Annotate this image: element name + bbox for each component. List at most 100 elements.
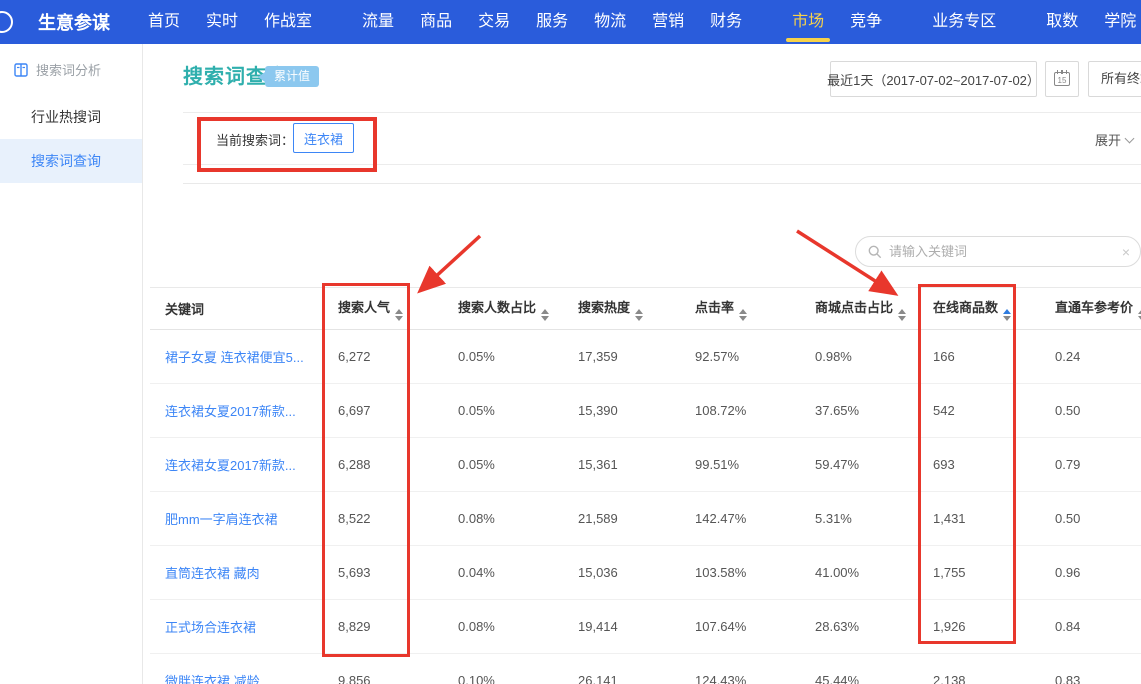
- keyword-link[interactable]: 连衣裙女夏2017新款...: [150, 384, 338, 438]
- sort-icon[interactable]: [395, 309, 403, 321]
- table-row: 正式场合连衣裙 8,829 0.08% 19,414 107.64% 28.63…: [150, 600, 1141, 654]
- sidebar-item-industry-hot-words[interactable]: 行业热搜词: [0, 95, 142, 139]
- sidebar-section-search-analysis: 搜索词分析: [0, 44, 142, 79]
- cell-searcher-share: 0.05%: [458, 330, 578, 384]
- search-input[interactable]: [889, 244, 1122, 259]
- nav-item-service[interactable]: 服务: [536, 0, 568, 44]
- terminal-select[interactable]: 所有终端: [1088, 61, 1141, 97]
- cell-ztc-price: 0.50: [1055, 384, 1141, 438]
- cell-search-heat: 19,414: [578, 600, 695, 654]
- cell-click-rate: 142.47%: [695, 492, 815, 546]
- cell-searcher-share: 0.05%: [458, 438, 578, 492]
- cell-search-heat: 15,390: [578, 384, 695, 438]
- col-header-click-rate: 点击率: [695, 288, 815, 330]
- cell-online-products: 1,755: [933, 546, 1055, 600]
- col-header-mall-click-share: 商城点击占比: [815, 288, 933, 330]
- table-row: 肥mm一字肩连衣裙 8,522 0.08% 21,589 142.47% 5.3…: [150, 492, 1141, 546]
- search-word-table: 关键词 搜索人气 搜索人数占比 搜索热度 点击率 商城点击占比 在线商品数 直通…: [150, 287, 1141, 684]
- cell-searcher-share: 0.10%: [458, 654, 578, 684]
- keyword-link[interactable]: 裙子女夏 连衣裙便宜5...: [150, 330, 338, 384]
- sidebar: 搜索词分析 行业热搜词 搜索词查询: [0, 44, 143, 684]
- nav-item-data-fetch[interactable]: 取数: [1046, 0, 1078, 44]
- cell-mall-click-share: 0.98%: [815, 330, 933, 384]
- keyword-link[interactable]: 正式场合连衣裙: [150, 600, 338, 654]
- nav-item-academy[interactable]: 学院: [1104, 0, 1136, 44]
- chevron-down-icon: [1125, 134, 1135, 144]
- sort-icon[interactable]: [1003, 309, 1011, 321]
- keyword-link[interactable]: 直筒连衣裙 藏肉: [150, 546, 338, 600]
- table-row: 裙子女夏 连衣裙便宜5... 6,272 0.05% 17,359 92.57%…: [150, 330, 1141, 384]
- cell-search-heat: 15,361: [578, 438, 695, 492]
- sort-icon[interactable]: [635, 309, 643, 321]
- clear-icon[interactable]: ×: [1122, 244, 1130, 260]
- sidebar-section-label: 搜索词分析: [36, 60, 101, 79]
- table-row: 微胖连衣裙 减龄 9,856 0.10% 26,141 124.43% 45.4…: [150, 654, 1141, 684]
- nav-item-competition[interactable]: 竞争: [850, 0, 882, 44]
- nav-item-market[interactable]: 市场: [792, 0, 824, 44]
- keyword-link[interactable]: 连衣裙女夏2017新款...: [150, 438, 338, 492]
- cell-online-products: 2,138: [933, 654, 1055, 684]
- nav-item-logistics[interactable]: 物流: [594, 0, 626, 44]
- current-keyword-bar: 当前搜索词： 连衣裙 展开: [183, 112, 1141, 165]
- cell-online-products: 1,431: [933, 492, 1055, 546]
- sidebar-item-search-word-query[interactable]: 搜索词查询: [0, 139, 142, 183]
- cell-click-rate: 92.57%: [695, 330, 815, 384]
- cell-mall-click-share: 28.63%: [815, 600, 933, 654]
- nav-item-product[interactable]: 商品: [420, 0, 452, 44]
- cell-online-products: 166: [933, 330, 1055, 384]
- col-header-search-popularity: 搜索人气: [338, 288, 458, 330]
- col-header-ztc-reference-price: 直通车参考价: [1055, 288, 1141, 330]
- nav-item-marketing[interactable]: 营销: [652, 0, 684, 44]
- nav-item-traffic[interactable]: 流量: [362, 0, 394, 44]
- cell-mall-click-share: 45.44%: [815, 654, 933, 684]
- cell-mall-click-share: 5.31%: [815, 492, 933, 546]
- cell-ztc-price: 0.50: [1055, 492, 1141, 546]
- date-range-button[interactable]: 最近1天（2017-07-02~2017-07-02）: [830, 61, 1037, 97]
- sort-icon[interactable]: [898, 309, 906, 321]
- brand-logo-icon: [0, 11, 13, 33]
- cell-online-products: 693: [933, 438, 1055, 492]
- notebook-icon: [13, 62, 29, 78]
- nav-item-finance[interactable]: 财务: [710, 0, 742, 44]
- nav-item-warroom[interactable]: 作战室: [264, 0, 312, 44]
- sort-icon[interactable]: [541, 309, 549, 321]
- cell-ztc-price: 0.79: [1055, 438, 1141, 492]
- cell-search-popularity: 8,829: [338, 600, 458, 654]
- cell-search-heat: 21,589: [578, 492, 695, 546]
- table-row: 连衣裙女夏2017新款... 6,288 0.05% 15,361 99.51%…: [150, 438, 1141, 492]
- cell-search-heat: 17,359: [578, 330, 695, 384]
- nav-item-trade[interactable]: 交易: [478, 0, 510, 44]
- table-header-row: 关键词 搜索人气 搜索人数占比 搜索热度 点击率 商城点击占比 在线商品数 直通…: [150, 288, 1141, 330]
- cell-search-popularity: 9,856: [338, 654, 458, 684]
- nav-item-home[interactable]: 首页: [148, 0, 180, 44]
- cell-searcher-share: 0.08%: [458, 600, 578, 654]
- keyword-link[interactable]: 微胖连衣裙 减龄: [150, 654, 338, 684]
- keyword-chip[interactable]: 连衣裙: [293, 123, 354, 153]
- cell-ztc-price: 0.83: [1055, 654, 1141, 684]
- search-icon: [868, 245, 882, 259]
- main-content: 搜索词查询 累计值 最近1天（2017-07-02~2017-07-02） 15…: [143, 44, 1141, 684]
- col-header-keyword: 关键词: [150, 288, 338, 330]
- brand-title[interactable]: 生意参谋: [38, 9, 110, 35]
- cell-click-rate: 108.72%: [695, 384, 815, 438]
- cumulative-value-badge: 累计值: [265, 66, 319, 87]
- cell-click-rate: 99.51%: [695, 438, 815, 492]
- cell-online-products: 1,926: [933, 600, 1055, 654]
- col-header-searcher-share: 搜索人数占比: [458, 288, 578, 330]
- section-divider: [183, 183, 1141, 184]
- cell-searcher-share: 0.08%: [458, 492, 578, 546]
- expand-toggle[interactable]: 展开: [1095, 130, 1133, 149]
- table-row: 连衣裙女夏2017新款... 6,697 0.05% 15,390 108.72…: [150, 384, 1141, 438]
- cell-click-rate: 103.58%: [695, 546, 815, 600]
- keyword-search-box[interactable]: ×: [855, 236, 1141, 267]
- sort-icon[interactable]: [739, 309, 747, 321]
- cell-searcher-share: 0.04%: [458, 546, 578, 600]
- nav-item-realtime[interactable]: 实时: [206, 0, 238, 44]
- cell-search-popularity: 6,288: [338, 438, 458, 492]
- current-keyword-label: 当前搜索词：: [216, 130, 294, 149]
- cell-search-heat: 26,141: [578, 654, 695, 684]
- cell-ztc-price: 0.84: [1055, 600, 1141, 654]
- keyword-link[interactable]: 肥mm一字肩连衣裙: [150, 492, 338, 546]
- calendar-button[interactable]: 15: [1045, 61, 1079, 97]
- nav-item-business-zone[interactable]: 业务专区: [932, 0, 996, 44]
